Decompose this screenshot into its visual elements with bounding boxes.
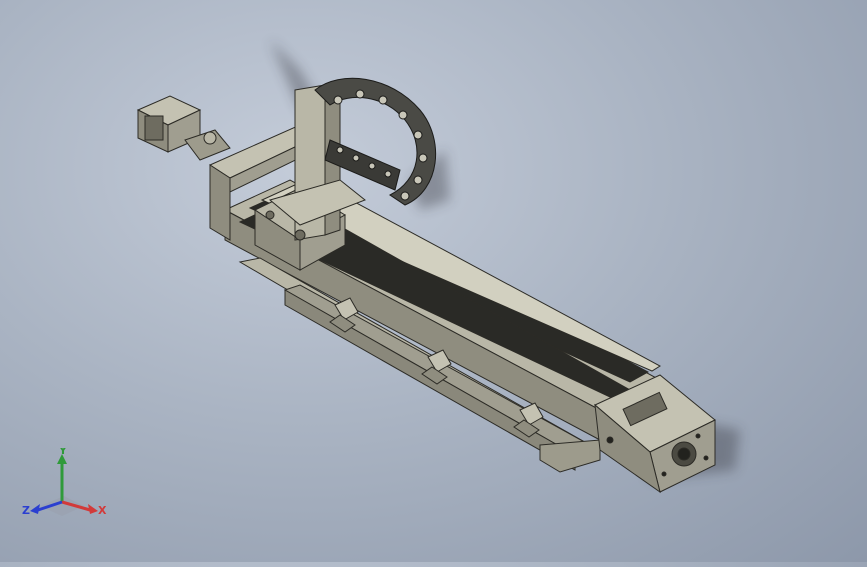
x-arrow-head: [88, 504, 98, 514]
graphics-viewport[interactable]: [0, 0, 867, 562]
reference-triad: Y X Z: [22, 444, 112, 528]
y-axis-label: Y: [58, 448, 68, 457]
z-axis-label: Z: [22, 504, 30, 517]
z-arrow-head: [30, 504, 40, 514]
x-axis-label: X: [98, 504, 107, 517]
3d-model-view[interactable]: [0, 0, 867, 562]
motor[interactable]: [136, 95, 231, 161]
